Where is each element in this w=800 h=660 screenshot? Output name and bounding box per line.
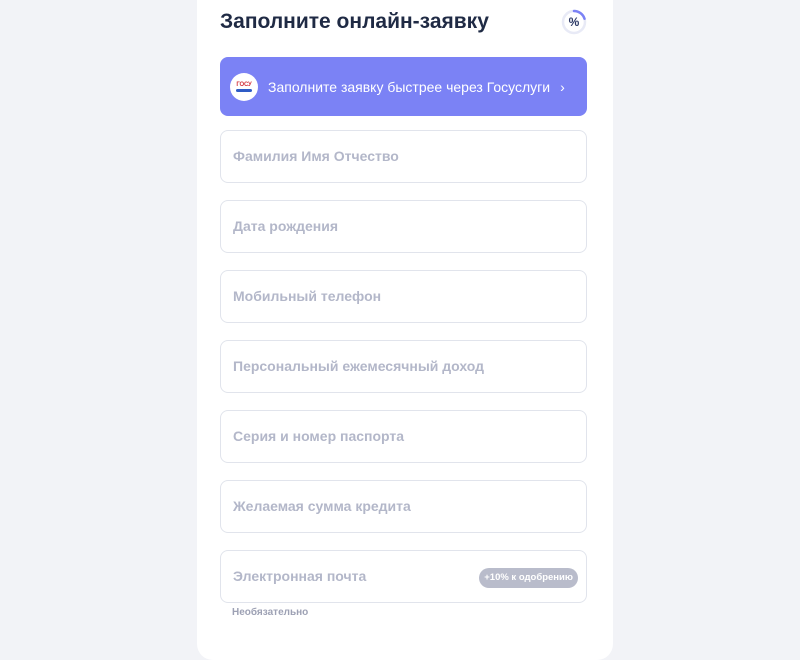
email-field[interactable]: Электронная почта +10% к одобрению — [220, 550, 587, 603]
loan-amount-placeholder: Желаемая сумма кредита — [233, 498, 411, 514]
chevron-right-icon: › — [560, 78, 565, 95]
progress-indicator: % — [561, 9, 587, 35]
full-name-placeholder: Фамилия Имя Отчество — [233, 148, 399, 164]
monthly-income-placeholder: Персональный ежемесячный доход — [233, 358, 485, 374]
email-optional-hint: Необязательно — [232, 607, 309, 618]
loan-amount-field[interactable]: Желаемая сумма кредита — [220, 480, 587, 533]
mobile-phone-placeholder: Мобильный телефон — [233, 288, 382, 304]
birth-date-placeholder: Дата рождения — [233, 218, 339, 234]
approval-bonus-badge: +10% к одобрению — [479, 568, 578, 588]
full-name-field[interactable]: Фамилия Имя Отчество — [220, 130, 587, 183]
gosuslugi-button[interactable]: ГОСУ Заполните заявку быстрее через Госу… — [220, 57, 587, 116]
mobile-phone-field[interactable]: Мобильный телефон — [220, 270, 587, 323]
passport-field[interactable]: Серия и номер паспорта — [220, 410, 587, 463]
progress-percent-symbol: % — [568, 15, 580, 29]
birth-date-field[interactable]: Дата рождения — [220, 200, 587, 253]
gosuslugi-logo-icon: ГОСУ — [230, 72, 258, 101]
gosuslugi-button-label: Заполните заявку быстрее через Госуслуги — [268, 78, 551, 95]
email-placeholder: Электронная почта — [233, 568, 367, 584]
monthly-income-field[interactable]: Персональный ежемесячный доход — [220, 340, 587, 393]
form-title: Заполните онлайн-заявку — [220, 10, 489, 33]
passport-placeholder: Серия и номер паспорта — [233, 428, 405, 444]
